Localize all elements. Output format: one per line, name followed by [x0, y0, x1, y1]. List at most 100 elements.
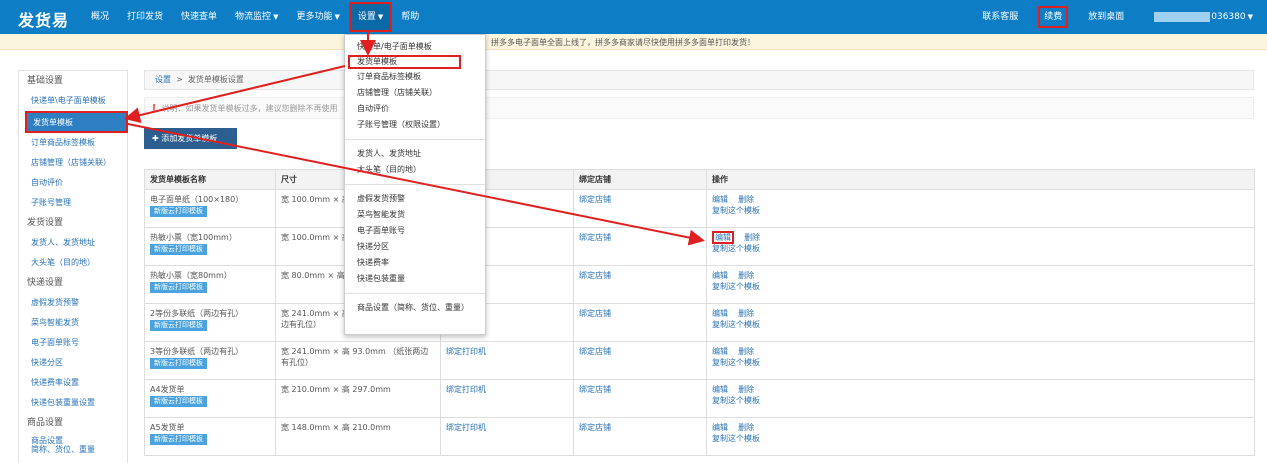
sidebar-item-label-template[interactable]: 订单商品标签模板 [19, 133, 127, 153]
bind-shop-link[interactable]: 绑定店铺 [579, 423, 611, 432]
copy-template-link[interactable]: 复制这个模板 [712, 358, 760, 367]
delete-link[interactable]: 删除 [738, 271, 754, 280]
copy-template-link[interactable]: 复制这个模板 [712, 282, 760, 291]
dropdown-item[interactable]: 菜鸟智能发货 [345, 207, 485, 223]
table-row: A5发货单 新版云打印模板宽 148.0mm × 高 210.0mm 绑定打印机 绑定… [144, 417, 1255, 456]
edit-link[interactable]: 编辑 [712, 347, 728, 356]
nav-overview[interactable]: 概况 [82, 0, 118, 34]
add-template-label: 添加发货单模板 [161, 134, 218, 143]
tip-text: 说明：如果发货单模板过多，建议您删除不再使用 [161, 104, 338, 113]
nav-help[interactable]: 帮助 [392, 0, 428, 34]
copy-template-link[interactable]: 复制这个模板 [712, 434, 760, 443]
sidebar-item-label: 商品设置 [31, 436, 63, 445]
nav-settings[interactable]: 设置 ▼ [348, 2, 393, 32]
sidebar-item-express-rates[interactable]: 快递费率设置 [19, 373, 127, 393]
bind-shop-link[interactable]: 绑定店铺 [579, 271, 611, 280]
edit-link[interactable]: 编辑 [712, 385, 728, 394]
bind-printer-link[interactable]: 绑定打印机 [446, 385, 486, 394]
dropdown-item[interactable]: 店铺管理（店铺关联） [345, 85, 485, 101]
sidebar-item-cainiao[interactable]: 菜鸟智能发货 [19, 313, 127, 333]
sidebar-item-subaccount[interactable]: 子账号管理 [19, 193, 127, 213]
sidebar-item-auto-review[interactable]: 自动评价 [19, 173, 127, 193]
dropdown-item[interactable]: 自动评价 [345, 101, 485, 117]
bind-shop-link[interactable]: 绑定店铺 [579, 347, 611, 356]
breadcrumb-root[interactable]: 设置 [155, 75, 171, 84]
dropdown-item[interactable]: 订单商品标签模板 [345, 69, 485, 85]
cell-printer: 绑定打印机 [440, 379, 574, 418]
copy-template-link[interactable]: 复制这个模板 [712, 206, 760, 215]
dropdown-divider [345, 293, 485, 294]
sidebar-item-package-weight[interactable]: 快递包装重量设置 [19, 393, 127, 413]
main-content: 设置 > 发货单模板设置 ❗ 说明：如果发货单模板过多，建议您删除不再使用 ✚ … [144, 70, 1254, 149]
dropdown-item[interactable]: 大头笔（目的地） [345, 162, 485, 178]
cell-template-name: A4发货单 新版云打印模板 [144, 379, 276, 418]
dropdown-item[interactable]: 快递费率 [345, 255, 485, 271]
sidebar-item-invoice-template[interactable]: 发货单模板 [25, 111, 128, 133]
bind-shop-link[interactable]: 绑定店铺 [579, 385, 611, 394]
nav-logistics[interactable]: 物流监控 ▼ [226, 0, 287, 34]
notice-text: 拼多多电子面单全面上线了，拼多多商家请尽快使用拼多多面单打印发货！ [491, 38, 755, 47]
dropdown-item[interactable]: 商品设置（简称、货位、重量） [345, 300, 485, 316]
cell-template-name: A5发货单新版云打印模板 [144, 417, 276, 456]
edit-link[interactable]: 编辑 [712, 195, 728, 204]
delete-link[interactable]: 删除 [738, 309, 754, 318]
top-navbar: 发货易 概况 打印发货 快速查单 物流监控 ▼ 更多功能 ▼ 设置 ▼ 帮助 联系客服… [0, 0, 1267, 34]
dropdown-item[interactable]: 快递包装重量 [345, 271, 485, 287]
nav-more[interactable]: 更多功能 ▼ [287, 0, 348, 34]
bind-shop-link[interactable]: 绑定店铺 [579, 233, 611, 242]
sidebar-item-express-template[interactable]: 快递单\电子面单模板 [19, 91, 127, 111]
dropdown-item[interactable]: 快递分区 [345, 239, 485, 255]
sidebar-item-express-zones[interactable]: 快递分区 [19, 353, 127, 373]
cell-template-name: 热敏小票（宽100mm） 新版云打印模板 [144, 227, 276, 266]
cloud-print-badge: 新版云打印模板 [150, 206, 207, 217]
cloud-print-badge: 新版云打印模板 [150, 358, 207, 369]
dropdown-item[interactable]: 电子面单账号 [345, 223, 485, 239]
user-menu[interactable]: 036380 ▼ [1136, 12, 1267, 22]
cloud-print-badge: 新版云打印模板 [150, 434, 207, 445]
template-name: A5发货单 [150, 423, 185, 432]
edit-link[interactable]: 编辑 [712, 423, 728, 432]
bind-shop-link[interactable]: 绑定店铺 [579, 195, 611, 204]
delete-link[interactable]: 删除 [744, 233, 760, 242]
bind-printer-link[interactable]: 绑定打印机 [446, 347, 486, 356]
delete-link[interactable]: 删除 [738, 195, 754, 204]
sidebar-item-fake-ship-alert[interactable]: 虚假发货预警 [19, 293, 127, 313]
nav-label: 打印发货 [127, 12, 164, 22]
dropdown-item[interactable]: 发货单模板 [348, 55, 461, 69]
sidebar-item-shop-manage[interactable]: 店铺管理（店铺关联） [19, 153, 127, 173]
copy-template-link[interactable]: 复制这个模板 [712, 244, 760, 253]
delete-link[interactable]: 删除 [738, 385, 754, 394]
sidebar-item-product-settings[interactable]: 商品设置 简称、货位、重量 [19, 433, 127, 459]
sidebar-item-e-waybill-account[interactable]: 电子面单账号 [19, 333, 127, 353]
cloud-print-badge: 新版云打印模板 [150, 244, 207, 255]
bind-printer-link[interactable]: 绑定打印机 [446, 423, 486, 432]
copy-template-link[interactable]: 复制这个模板 [712, 396, 760, 405]
nav-print-ship[interactable]: 打印发货 [118, 0, 172, 34]
edit-link[interactable]: 编辑 [712, 271, 728, 280]
cloud-print-badge: 新版云打印模板 [150, 320, 207, 331]
dropdown-item[interactable]: 虚假发货预警 [345, 191, 485, 207]
add-template-button[interactable]: ✚ 添加发货单模板 [144, 128, 237, 149]
nav-quick-query[interactable]: 快速查单 [172, 0, 226, 34]
sidebar-item-destination[interactable]: 大头笔（目的地） [19, 253, 127, 273]
dropdown-item[interactable]: 快递单/电子面单模板 [345, 39, 485, 55]
template-name: 3等份多联纸（两边有孔） [150, 347, 244, 356]
nav-contact-support[interactable]: 联系客服 [970, 0, 1030, 34]
nav-label: 更多功能 [296, 12, 333, 22]
sidebar-item-sender-address[interactable]: 发货人、发货地址 [19, 233, 127, 253]
cell-actions: 编辑 删除复制这个模板 [706, 189, 1255, 228]
template-table: 发货单模板名称 尺寸 打印机 绑定店铺 操作 电子面单纸（100×180） 新版云… [144, 169, 1255, 456]
cell-template-name: 2等份多联纸（两边有孔） 新版云打印模板 [144, 303, 276, 342]
bind-shop-link[interactable]: 绑定店铺 [579, 309, 611, 318]
nav-renew[interactable]: 续费 [1038, 6, 1069, 28]
edit-link[interactable]: 编辑 [712, 309, 728, 318]
dropdown-item[interactable]: 子账号管理（权限设置） [345, 117, 485, 133]
cell-template-name: 3等份多联纸（两边有孔） 新版云打印模板 [144, 341, 276, 380]
delete-link[interactable]: 删除 [738, 347, 754, 356]
dropdown-item[interactable]: 发货人、发货地址 [345, 146, 485, 162]
cell-shop: 绑定店铺 [573, 265, 707, 304]
delete-link[interactable]: 删除 [738, 423, 754, 432]
copy-template-link[interactable]: 复制这个模板 [712, 320, 760, 329]
nav-pin-desktop[interactable]: 放到桌面 [1076, 0, 1136, 34]
brand-logo[interactable]: 发货易 [18, 7, 69, 31]
